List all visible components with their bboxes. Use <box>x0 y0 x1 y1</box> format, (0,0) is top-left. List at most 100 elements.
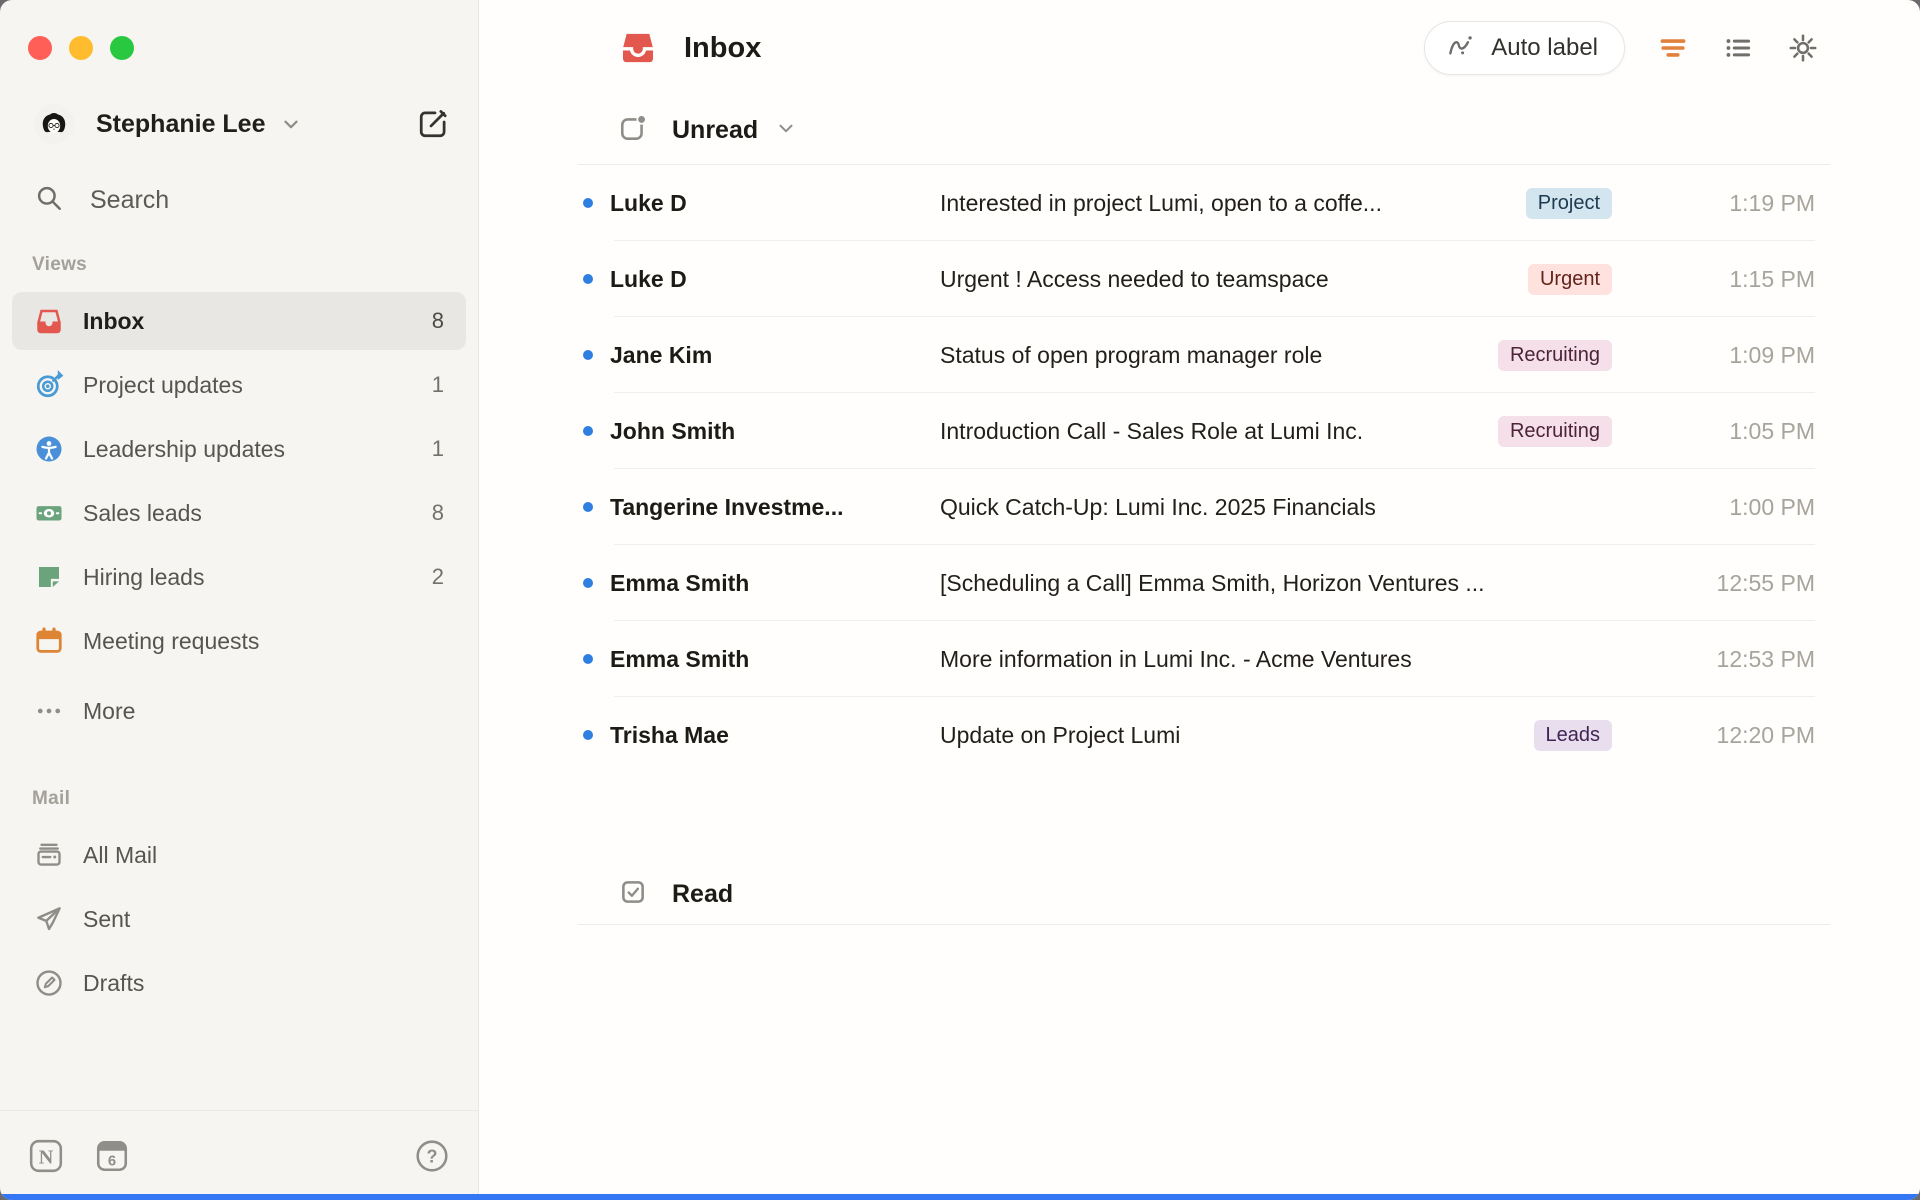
chevron-down-icon <box>280 113 302 135</box>
email-time: 1:09 PM <box>1729 341 1815 368</box>
sidebar-item-label: Project updates <box>83 371 243 398</box>
email-label-tag[interactable]: Urgent <box>1527 263 1612 295</box>
sidebar-item-label: Sent <box>83 905 131 932</box>
email-row[interactable]: Tangerine Investme... Quick Catch-Up: Lum… <box>479 469 1920 545</box>
unread-dot <box>583 350 593 360</box>
draft-icon <box>34 968 64 998</box>
compose-button[interactable] <box>412 103 454 145</box>
email-sender: Luke D <box>610 265 687 292</box>
unread-dot <box>583 654 593 664</box>
money-icon <box>34 498 64 528</box>
search-label: Search <box>90 185 170 214</box>
search-icon <box>34 183 64 218</box>
sidebar-item-label: Leadership updates <box>83 435 286 462</box>
unread-dot <box>583 578 593 588</box>
email-sender: Trisha Mae <box>610 721 729 748</box>
email-label-tag[interactable]: Recruiting <box>1497 415 1612 447</box>
unread-count: 2 <box>431 564 444 589</box>
email-subject: Status of open program manager role <box>940 341 1323 368</box>
unread-count: 8 <box>431 500 444 525</box>
sidebar-item-label: Drafts <box>83 969 145 996</box>
email-row[interactable]: Emma Smith More information in Lumi Inc. … <box>479 621 1920 697</box>
email-time: 1:00 PM <box>1729 493 1815 520</box>
sidebar-item-sales-leads[interactable]: Sales leads 8 <box>12 484 466 542</box>
unread-count: 1 <box>431 436 444 461</box>
sidebar-item-label: Sales leads <box>83 499 202 526</box>
page-title: Inbox <box>684 31 762 64</box>
sidebar: Stephanie Lee Search Views Inbox 8 Proje… <box>0 0 479 1200</box>
sidebar-item-hiring-leads[interactable]: Hiring leads 2 <box>12 548 466 606</box>
sidebar-item-more[interactable]: More <box>12 682 466 740</box>
email-row[interactable]: Luke D Interested in project Lumi, open t… <box>479 165 1920 241</box>
help-button[interactable]: ? <box>414 1138 450 1174</box>
email-sender: Jane Kim <box>610 341 713 368</box>
sidebar-item-sent[interactable]: Sent <box>12 890 466 948</box>
email-subject: Update on Project Lumi <box>940 721 1181 748</box>
read-status-icon <box>618 877 648 912</box>
email-row[interactable]: Trisha Mae Update on Project Lumi Leads 12:… <box>479 697 1920 773</box>
email-sender: Emma Smith <box>610 645 750 672</box>
email-subject: Urgent ! Access needed to teamspace <box>940 265 1329 292</box>
unread-group-header[interactable]: Unread <box>479 96 1920 164</box>
email-label-tag[interactable]: Leads <box>1533 719 1612 751</box>
note-icon <box>34 562 64 592</box>
close-button[interactable] <box>28 36 52 60</box>
zoom-button[interactable] <box>110 36 134 60</box>
email-time: 12:53 PM <box>1716 645 1815 672</box>
unread-count: 1 <box>431 372 444 397</box>
email-label-tag[interactable]: Project <box>1525 187 1612 219</box>
sidebar-item-meeting-requests[interactable]: Meeting requests <box>12 612 466 670</box>
person-icon <box>34 434 64 464</box>
notion-app-button[interactable]: N <box>28 1138 64 1174</box>
email-row[interactable]: John Smith Introduction Call - Sales Role… <box>479 393 1920 469</box>
views-list: Inbox 8 Project updates 1 Leadership updates… <box>0 292 478 740</box>
email-subject: Quick Catch-Up: Lumi Inc. 2025 Financial… <box>940 493 1376 520</box>
auto-label-button[interactable]: Auto label <box>1424 21 1625 75</box>
svg-text:6: 6 <box>108 1153 116 1169</box>
mail-list: All Mail Sent Drafts <box>0 826 478 1012</box>
sidebar-item-label: All Mail <box>83 841 158 868</box>
sidebar-item-leadership-updates[interactable]: Leadership updates 1 <box>12 420 466 478</box>
auto-label-text: Auto label <box>1491 34 1598 61</box>
read-group-header[interactable]: Read <box>479 863 1920 925</box>
unread-status-icon <box>618 113 648 148</box>
unread-group-label: Unread <box>672 115 759 144</box>
sidebar-item-inbox[interactable]: Inbox 8 <box>12 292 466 350</box>
unread-dot <box>583 198 593 208</box>
sidebar-item-label: More <box>83 697 136 724</box>
sidebar-item-drafts[interactable]: Drafts <box>12 954 466 1012</box>
svg-text:?: ? <box>427 1146 438 1166</box>
sidebar-item-all-mail[interactable]: All Mail <box>12 826 466 884</box>
unread-count: 8 <box>431 308 444 333</box>
email-row[interactable]: Emma Smith [Scheduling a Call] Emma Smith… <box>479 545 1920 621</box>
inbox-icon <box>618 28 658 68</box>
calendar-app-button[interactable]: 6 <box>94 1138 130 1174</box>
sidebar-item-label: Inbox <box>83 307 145 334</box>
archive-icon <box>34 840 64 870</box>
svg-text:N: N <box>39 1146 54 1168</box>
email-row[interactable]: Luke D Urgent ! Access needed to teamspac… <box>479 241 1920 317</box>
unread-dot <box>583 426 593 436</box>
account-switcher[interactable]: Stephanie Lee <box>34 104 302 144</box>
email-sender: John Smith <box>610 417 736 444</box>
main-panel: Inbox Auto label Unread Luke D Intereste… <box>479 0 1920 1200</box>
sidebar-item-project-updates[interactable]: Project updates 1 <box>12 356 466 414</box>
email-list: Luke D Interested in project Lumi, open t… <box>479 165 1920 773</box>
chevron-down-icon <box>775 117 797 144</box>
views-section-label: Views <box>32 254 88 275</box>
minimize-button[interactable] <box>69 36 93 60</box>
email-time: 12:20 PM <box>1716 721 1815 748</box>
settings-gear-icon[interactable] <box>1786 31 1820 65</box>
unread-dot <box>583 730 593 740</box>
filter-icon[interactable] <box>1656 31 1690 65</box>
email-label-tag[interactable]: Recruiting <box>1497 339 1612 371</box>
list-view-icon[interactable] <box>1721 31 1755 65</box>
sidebar-footer: N 6 ? <box>0 1110 478 1200</box>
email-sender: Luke D <box>610 189 687 216</box>
sidebar-item-label: Meeting requests <box>83 627 260 654</box>
window-controls <box>0 0 478 60</box>
email-time: 1:19 PM <box>1729 189 1815 216</box>
email-row[interactable]: Jane Kim Status of open program manager r… <box>479 317 1920 393</box>
search-button[interactable]: Search <box>0 176 478 224</box>
email-subject: [Scheduling a Call] Emma Smith, Horizon … <box>940 569 1485 596</box>
